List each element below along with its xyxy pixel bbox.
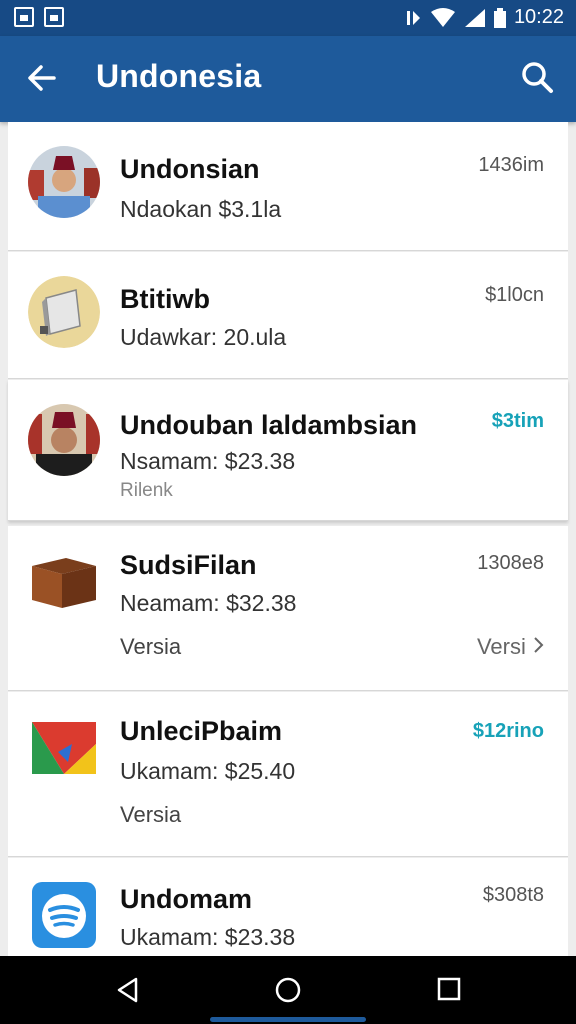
item-price: $1l0cn <box>485 284 544 306</box>
status-bar: 10:22 <box>0 0 576 36</box>
wifi-icon <box>430 7 455 27</box>
version-link[interactable]: Versi <box>477 634 544 660</box>
item-version: Versia <box>120 634 182 659</box>
item-name: SudsiFilan <box>120 550 257 580</box>
item-name: Btitiwb <box>120 284 210 314</box>
item-price: 1436im <box>478 154 544 176</box>
home-indicator <box>210 1017 366 1022</box>
notification-icon <box>14 7 34 27</box>
item-detail: Ukamam: $25.40 <box>120 758 296 784</box>
page-title: Undonesia <box>96 58 262 94</box>
list-item[interactable]: Undouban laldambsian Nsamam: $23.38 Rile… <box>8 380 568 521</box>
item-price: 1308e8 <box>477 552 544 574</box>
navigation-bar <box>0 956 576 1024</box>
item-name: UnleciPbaim <box>120 716 283 746</box>
list-item[interactable]: SudsiFilan Neamam: $32.38 Versia 1308e8 … <box>8 526 568 691</box>
list-item[interactable]: Undonsian Ndaokan $3.1la 1436im <box>8 122 568 251</box>
nav-home-icon[interactable] <box>274 976 302 1004</box>
item-detail: Ukamam: $23.38 <box>120 924 296 950</box>
nav-back-icon[interactable] <box>114 976 142 1004</box>
item-price: $12rino <box>472 720 544 742</box>
avatar <box>28 404 100 476</box>
chevron-right-icon <box>534 637 544 653</box>
item-detail: Nsamam: $23.38 <box>120 448 296 474</box>
photo-notification-icon <box>44 7 64 27</box>
version-link-label: Versi <box>476 634 526 659</box>
device-image <box>28 276 100 348</box>
item-version: Versia <box>120 802 182 827</box>
product-image <box>28 546 100 618</box>
nav-recents-icon[interactable] <box>436 976 462 1002</box>
item-name: Undouban laldambsian <box>120 410 418 440</box>
app-bar: Undonesia <box>0 36 576 122</box>
item-detail: Udawkar: 20.ula <box>120 324 287 350</box>
battery-icon <box>493 7 506 28</box>
vibrate-icon <box>406 10 420 25</box>
item-name: Undomam <box>120 884 253 914</box>
item-note: Rilenk <box>120 480 173 501</box>
item-detail: Ndaokan $3.1la <box>120 196 282 222</box>
list-item[interactable]: UnleciPbaim Ukamam: $25.40 Versia $12rin… <box>8 692 568 857</box>
item-name: Undonsian <box>120 154 260 184</box>
item-price: $308t8 <box>482 884 544 906</box>
avatar <box>28 146 100 218</box>
item-price: $3tim <box>491 410 544 432</box>
search-icon[interactable] <box>520 60 554 94</box>
item-list: Undonsian Ndaokan $3.1la 1436im Btitiwb … <box>0 122 576 956</box>
signal-icon <box>464 8 485 27</box>
app-logo <box>28 714 100 786</box>
list-item[interactable]: Undomam Ukamam: $23.38 $308t8 <box>8 858 568 956</box>
clock: 10:22 <box>513 6 564 28</box>
list-item[interactable]: Btitiwb Udawkar: 20.ula $1l0cn <box>8 252 568 379</box>
app-logo <box>28 880 100 952</box>
back-arrow-icon[interactable] <box>24 60 60 96</box>
item-detail: Neamam: $32.38 <box>120 590 297 616</box>
